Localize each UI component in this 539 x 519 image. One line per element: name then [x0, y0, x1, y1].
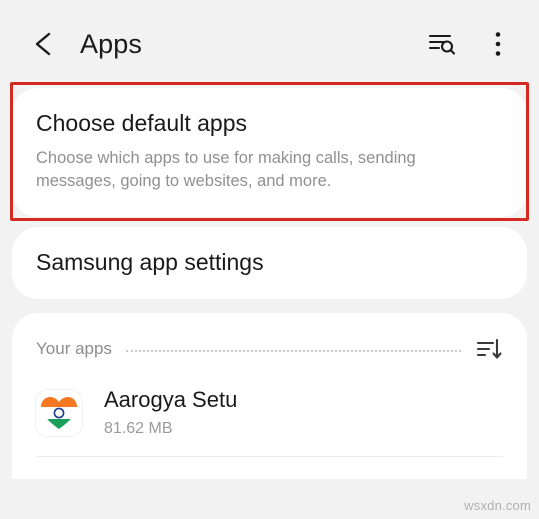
choose-default-apps-card[interactable]: Choose default apps Choose which apps to…: [10, 82, 529, 222]
your-apps-card: Your apps Aarogya Setu 81.62 MB: [12, 313, 527, 480]
sort-button[interactable]: [475, 335, 503, 363]
samsung-app-settings-title: Samsung app settings: [36, 248, 264, 275]
app-bar-actions: [427, 29, 517, 59]
search-button[interactable]: [427, 29, 457, 59]
app-icon: [36, 389, 82, 436]
back-button[interactable]: [26, 27, 60, 61]
watermark: wsxdn.com: [464, 498, 531, 513]
app-name: Aarogya Setu: [104, 387, 238, 413]
app-bar: Apps: [0, 0, 539, 88]
page-title: Apps: [80, 28, 142, 59]
more-vertical-icon: [495, 32, 501, 56]
list-item[interactable]: Aarogya Setu 81.62 MB: [36, 387, 503, 457]
sort-descending-icon: [476, 339, 502, 359]
dotted-divider: [125, 349, 461, 352]
app-info: Aarogya Setu 81.62 MB: [104, 387, 237, 437]
more-options-button[interactable]: [483, 29, 513, 59]
your-apps-header: Your apps: [36, 335, 503, 363]
your-apps-label: Your apps: [36, 339, 112, 359]
app-size: 81.62 MB: [104, 419, 173, 437]
search-list-icon: [428, 34, 456, 55]
choose-default-apps-subtitle: Choose which apps to use for making call…: [36, 148, 416, 191]
choose-default-apps-title: Choose default apps: [36, 110, 247, 136]
heart-app-icon: [36, 390, 82, 436]
chevron-left-icon: [35, 32, 51, 56]
samsung-app-settings-card[interactable]: Samsung app settings: [12, 227, 527, 300]
